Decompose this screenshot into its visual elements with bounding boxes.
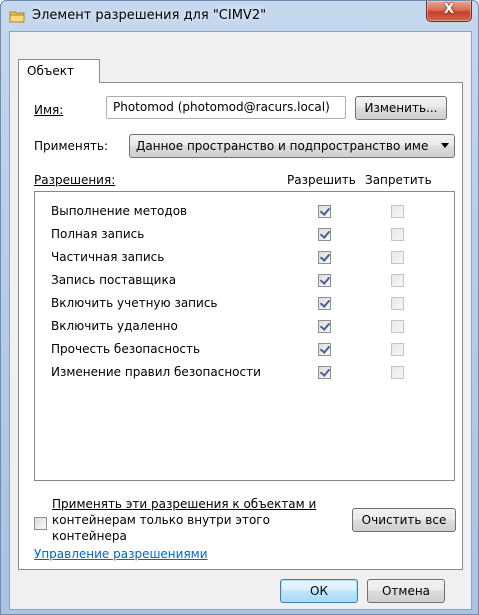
permission-row: Частичная запись xyxy=(35,246,454,269)
permission-name: Запись поставщика xyxy=(51,273,177,287)
allow-checkbox[interactable] xyxy=(318,297,331,310)
permission-row: Включить учетную запись xyxy=(35,292,454,315)
deny-checkbox[interactable] xyxy=(391,297,404,310)
folder-icon xyxy=(9,11,25,23)
close-icon: X xyxy=(443,2,455,17)
apply-inside-line3: контейнера xyxy=(52,529,127,543)
manage-permissions-link[interactable]: Управление разрешениями xyxy=(34,547,208,561)
apply-to-selected: Данное пространство и подпространство им… xyxy=(136,139,429,153)
permission-row: Изменение правил безопасности xyxy=(35,361,454,384)
cancel-button-label: Отмена xyxy=(381,584,431,598)
tab-object-label: Объект xyxy=(27,64,74,78)
permissions-label: Разрешения: xyxy=(34,173,116,187)
permission-name: Частичная запись xyxy=(51,250,165,264)
deny-checkbox[interactable] xyxy=(391,205,404,218)
apply-to-label: Применять: xyxy=(34,139,109,153)
allow-checkbox[interactable] xyxy=(318,205,331,218)
permission-name: Включить удаленно xyxy=(51,319,178,333)
allow-header: Разрешить xyxy=(287,173,356,187)
permission-row: Выполнение методов xyxy=(35,200,454,223)
window-title: Элемент разрешения для "CIMV2" xyxy=(32,8,267,23)
deny-checkbox[interactable] xyxy=(391,320,404,333)
tab-object[interactable]: Объект xyxy=(18,59,100,83)
permission-row: Включить удаленно xyxy=(35,315,454,338)
apply-inside-line2: контейнерам только внутри этого xyxy=(52,513,270,527)
apply-to-select[interactable]: Данное пространство и подпространство им… xyxy=(129,134,455,158)
ok-button[interactable]: ОК xyxy=(280,579,358,603)
apply-inside-line1: Применять эти разрешения к объектам и xyxy=(52,497,317,511)
title-bar[interactable]: Элемент разрешения для "CIMV2" X xyxy=(1,1,478,31)
permission-name: Прочесть безопасность xyxy=(51,342,201,356)
change-button[interactable]: Изменить... xyxy=(355,96,447,120)
permission-name: Полная запись xyxy=(51,227,145,241)
allow-checkbox[interactable] xyxy=(318,228,331,241)
change-button-label: Изменить... xyxy=(364,101,438,115)
chevron-down-icon xyxy=(436,135,454,157)
name-label: Имя: xyxy=(34,103,64,117)
clear-all-button[interactable]: Очистить все xyxy=(352,508,456,532)
deny-checkbox[interactable] xyxy=(391,366,404,379)
permission-name: Выполнение методов xyxy=(51,204,188,218)
allow-checkbox[interactable] xyxy=(318,366,331,379)
allow-checkbox[interactable] xyxy=(318,320,331,333)
permission-row: Полная запись xyxy=(35,223,454,246)
name-field-value: Photomod (photomod@racurs.local) xyxy=(113,100,330,114)
dialog-window: Элемент разрешения для "CIMV2" X Объект … xyxy=(0,0,479,615)
deny-checkbox[interactable] xyxy=(391,274,404,287)
permission-row: Прочесть безопасность xyxy=(35,338,454,361)
deny-checkbox[interactable] xyxy=(391,251,404,264)
cancel-button[interactable]: Отмена xyxy=(367,579,445,603)
apply-inside-checkbox[interactable] xyxy=(34,517,47,530)
deny-header: Запретить xyxy=(365,173,432,187)
deny-checkbox[interactable] xyxy=(391,343,404,356)
allow-checkbox[interactable] xyxy=(318,251,331,264)
name-field[interactable]: Photomod (photomod@racurs.local) xyxy=(106,96,346,119)
allow-checkbox[interactable] xyxy=(318,343,331,356)
permission-name: Изменение правил безопасности xyxy=(51,365,261,379)
ok-button-label: ОК xyxy=(310,584,328,598)
permission-name: Включить учетную запись xyxy=(51,296,218,310)
permission-row: Запись поставщика xyxy=(35,269,454,292)
tab-panel: Имя: Photomod (photomod@racurs.local) Из… xyxy=(18,82,463,570)
deny-checkbox[interactable] xyxy=(391,228,404,241)
dialog-client-area: Объект Имя: Photomod (photomod@racurs.lo… xyxy=(9,31,472,610)
clear-all-button-label: Очистить все xyxy=(361,513,447,527)
permissions-list[interactable]: Выполнение методов Полная запись Частичн… xyxy=(34,191,455,481)
allow-checkbox[interactable] xyxy=(318,274,331,287)
close-button[interactable]: X xyxy=(426,1,472,22)
